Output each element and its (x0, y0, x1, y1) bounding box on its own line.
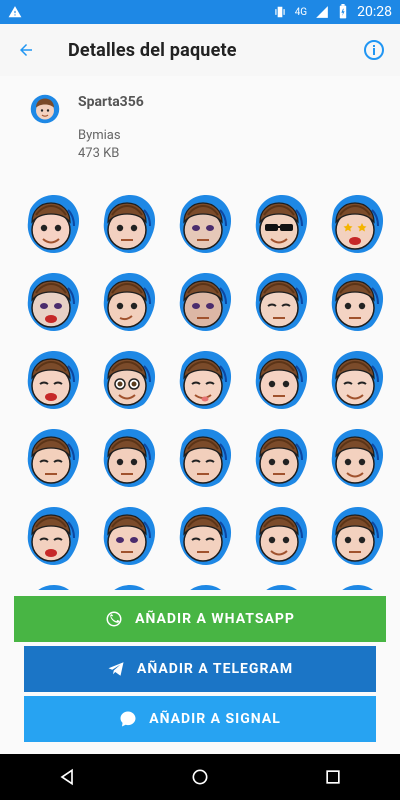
info-icon (364, 40, 384, 60)
sticker-art (266, 585, 297, 590)
sticker-item[interactable] (16, 582, 86, 590)
sticker-item[interactable] (168, 504, 238, 574)
pack-avatar (30, 94, 60, 124)
sticker-art (103, 351, 156, 409)
sticker-item[interactable] (244, 582, 314, 590)
navigation-bar (0, 754, 400, 800)
sticker-item[interactable] (320, 582, 390, 590)
sticker-art (103, 507, 156, 565)
pack-info: Sparta356 Bymias 473 KB (0, 76, 400, 176)
info-button[interactable] (362, 38, 386, 62)
sticker-item[interactable] (320, 504, 390, 574)
sticker-item[interactable] (92, 426, 162, 496)
sticker-art (190, 585, 221, 590)
sticker-item[interactable] (168, 426, 238, 496)
sticker-item[interactable] (16, 192, 86, 262)
sticker-art (114, 585, 145, 590)
add-to-signal-button[interactable]: AÑADIR A SIGNAL (24, 696, 376, 742)
sticker-art (255, 195, 308, 253)
network-text: 4G (294, 6, 308, 18)
sticker-art (103, 273, 156, 331)
signal-label: AÑADIR A SIGNAL (149, 711, 281, 727)
sticker-art (331, 429, 384, 487)
sticker-art (27, 429, 80, 487)
sticker-grid-container[interactable] (0, 176, 400, 590)
sticker-item[interactable] (168, 192, 238, 262)
circle-home-icon (192, 769, 208, 785)
telegram-label: AÑADIR A TELEGRAM (136, 661, 294, 677)
triangle-back-icon (60, 768, 73, 786)
square-recents-icon (326, 770, 340, 784)
app-bar: Detalles del paquete (0, 24, 400, 76)
sticker-art (179, 351, 232, 409)
add-to-telegram-button[interactable]: AÑADIR A TELEGRAM (24, 646, 376, 692)
vibrate-icon (273, 5, 287, 19)
sticker-item[interactable] (244, 426, 314, 496)
sticker-item[interactable] (244, 192, 314, 262)
sticker-art (38, 585, 69, 590)
sticker-item[interactable] (16, 348, 86, 418)
sticker-art (27, 273, 80, 331)
sticker-art (103, 195, 156, 253)
whatsapp-label: AÑADIR A WHATSAPP (135, 611, 295, 627)
pack-size: 473 KB (78, 146, 120, 161)
signal-chat-icon (119, 710, 137, 728)
back-button[interactable] (14, 38, 38, 62)
sticker-item[interactable] (16, 504, 86, 574)
sticker-art (179, 507, 232, 565)
sticker-item[interactable] (168, 270, 238, 340)
sticker-item[interactable] (92, 270, 162, 340)
sticker-item[interactable] (92, 582, 162, 590)
battery-icon (337, 4, 349, 20)
sticker-item[interactable] (16, 270, 86, 340)
sticker-art (27, 195, 80, 253)
sticker-art (27, 507, 80, 565)
sticker-art (179, 273, 232, 331)
sticker-art (179, 429, 232, 487)
sticker-item[interactable] (320, 348, 390, 418)
nav-recents-button[interactable] (320, 764, 346, 790)
sticker-item[interactable] (244, 348, 314, 418)
sticker-art (331, 195, 384, 253)
whatsapp-icon (105, 610, 123, 628)
sticker-item[interactable] (168, 582, 238, 590)
sticker-item[interactable] (244, 504, 314, 574)
sticker-item[interactable] (92, 504, 162, 574)
sticker-art (331, 507, 384, 565)
pack-name: Sparta356 (78, 94, 144, 110)
sticker-art (255, 429, 308, 487)
page-title: Detalles del paquete (68, 39, 237, 61)
sticker-item[interactable] (16, 426, 86, 496)
sticker-item[interactable] (320, 426, 390, 496)
clock: 20:28 (357, 4, 392, 20)
sticker-item[interactable] (92, 348, 162, 418)
sticker-art (27, 351, 80, 409)
sticker-art (331, 351, 384, 409)
signal-icon (315, 5, 329, 19)
sticker-item[interactable] (168, 348, 238, 418)
status-left (8, 5, 22, 19)
sticker-item[interactable] (92, 192, 162, 262)
sticker-art (255, 507, 308, 565)
sticker-art (103, 429, 156, 487)
sticker-item[interactable] (320, 270, 390, 340)
sticker-item[interactable] (320, 192, 390, 262)
sticker-grid (0, 176, 400, 590)
sticker-art (255, 273, 308, 331)
sticker-art (179, 195, 232, 253)
nav-home-button[interactable] (187, 764, 213, 790)
status-bar: 4G 20:28 (0, 0, 400, 24)
sticker-item[interactable] (244, 270, 314, 340)
sticker-art (331, 273, 384, 331)
add-to-whatsapp-button[interactable]: AÑADIR A WHATSAPP (14, 596, 386, 642)
sticker-art (342, 585, 373, 590)
arrow-left-icon (20, 44, 32, 56)
sticker-art (255, 351, 308, 409)
telegram-icon (107, 660, 125, 678)
warning-icon (8, 5, 22, 19)
status-right: 4G 20:28 (273, 4, 392, 20)
nav-back-button[interactable] (54, 764, 80, 790)
pack-author: Bymias (78, 128, 121, 143)
